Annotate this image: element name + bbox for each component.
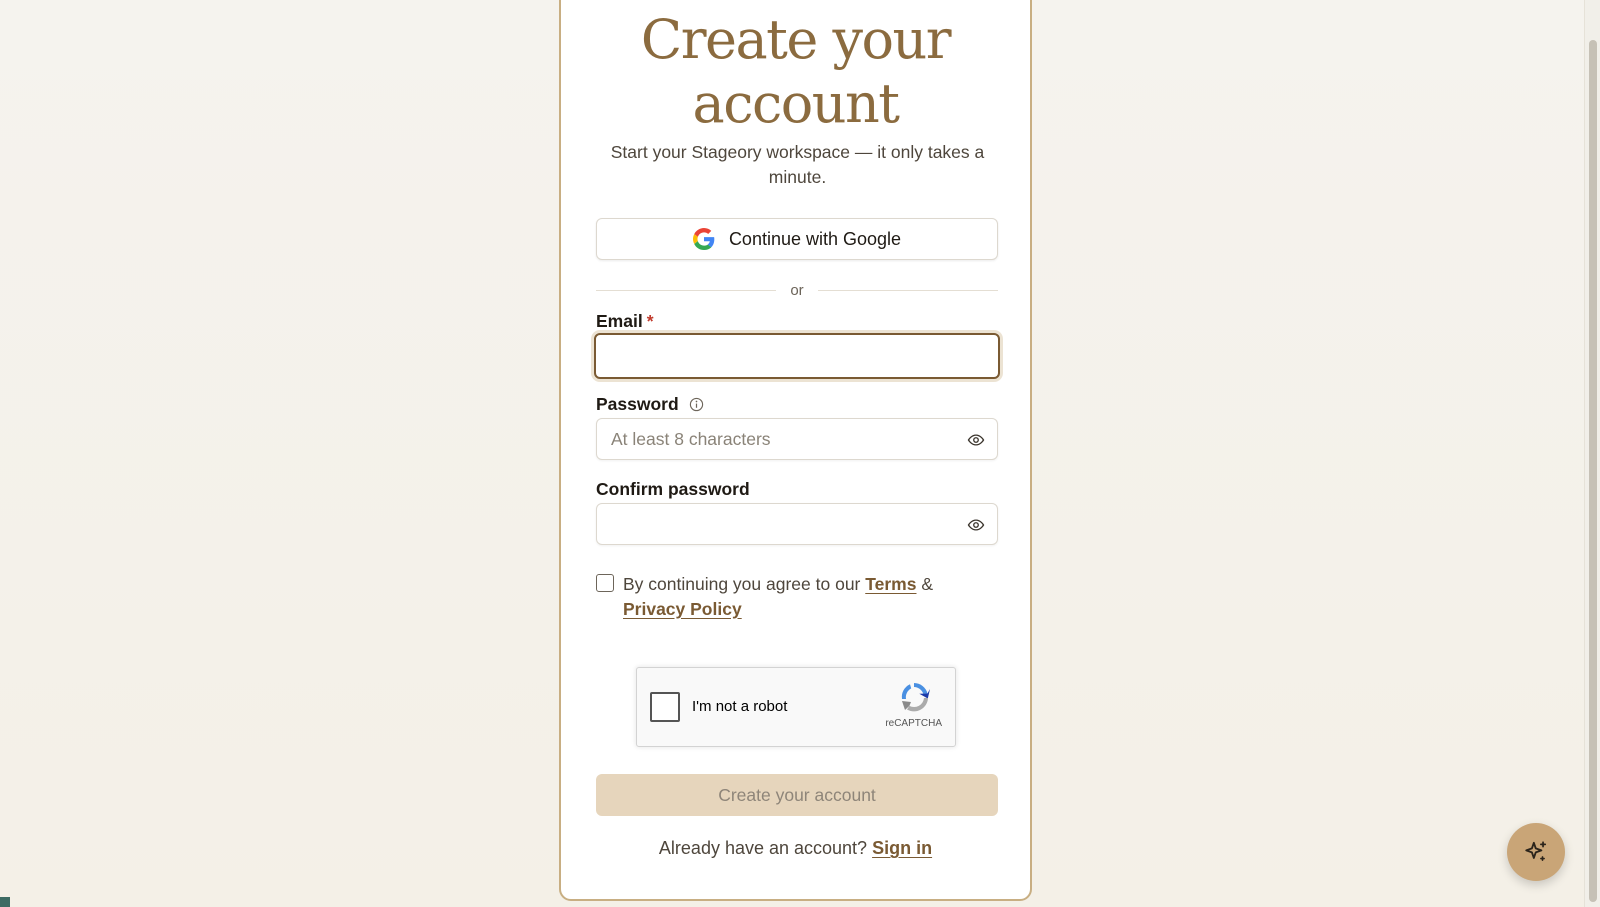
- terms-checkbox[interactable]: [596, 574, 614, 592]
- terms-agreement: By continuing you agree to our Terms & P…: [596, 572, 998, 622]
- divider-line-left: [596, 289, 777, 291]
- email-label: Email *: [596, 311, 654, 332]
- confirm-password-label-text: Confirm password: [596, 479, 750, 499]
- recaptcha-checkbox[interactable]: [650, 692, 680, 722]
- or-divider: or: [596, 280, 998, 300]
- divider-line-right: [817, 289, 998, 291]
- recaptcha-brand: reCAPTCHA: [885, 718, 942, 729]
- password-label-text: Password: [596, 394, 679, 414]
- info-icon[interactable]: [689, 397, 704, 412]
- scrollbar-thumb[interactable]: [1589, 40, 1597, 902]
- email-label-text: Email: [596, 311, 643, 331]
- recaptcha-widget: I'm not a robot reCAPTCHA: [636, 667, 956, 747]
- password-label: Password: [596, 394, 704, 415]
- sparkles-icon: [1525, 841, 1547, 861]
- terms-prefix: By continuing you agree to our: [623, 574, 866, 594]
- required-marker: *: [646, 311, 654, 331]
- signin-prompt: Already have an account? Sign in: [561, 838, 1030, 859]
- page-subtitle: Start your Stageory workspace — it only …: [610, 142, 985, 187]
- page-title-line-1: Create your: [640, 8, 952, 71]
- sign-in-link[interactable]: Sign in: [872, 838, 932, 858]
- password-field[interactable]: At least 8 characters: [596, 418, 998, 460]
- confirm-password-field[interactable]: [596, 503, 998, 545]
- continue-with-google-label: Continue with Google: [728, 228, 902, 249]
- background-corner: [0, 897, 10, 907]
- terms-text: By continuing you agree to our Terms & P…: [623, 572, 933, 622]
- password-placeholder: At least 8 characters: [611, 428, 771, 449]
- divider-text: or: [790, 281, 804, 299]
- privacy-policy-link[interactable]: Privacy Policy: [623, 599, 742, 619]
- page-title-line-2: account: [692, 72, 900, 135]
- terms-link[interactable]: Terms: [865, 574, 916, 594]
- terms-joiner: &: [916, 574, 934, 594]
- continue-with-google-button[interactable]: Continue with Google: [596, 218, 998, 260]
- signin-prompt-text: Already have an account?: [658, 838, 873, 858]
- page-scrollbar[interactable]: [1584, 0, 1600, 907]
- confirm-password-label: Confirm password: [596, 479, 750, 500]
- google-icon: [692, 228, 715, 250]
- assistant-fab-button[interactable]: [1507, 823, 1565, 881]
- eye-icon[interactable]: [967, 516, 985, 534]
- create-account-button[interactable]: Create your account: [596, 774, 998, 816]
- email-field[interactable]: [594, 333, 1000, 379]
- recaptcha-logo-icon: [901, 683, 930, 712]
- signup-card: Create your account Start your Stageory …: [559, 0, 1032, 901]
- recaptcha-label: I'm not a robot: [692, 698, 788, 715]
- page-title: Create your account: [561, 8, 1030, 136]
- eye-icon[interactable]: [967, 431, 985, 449]
